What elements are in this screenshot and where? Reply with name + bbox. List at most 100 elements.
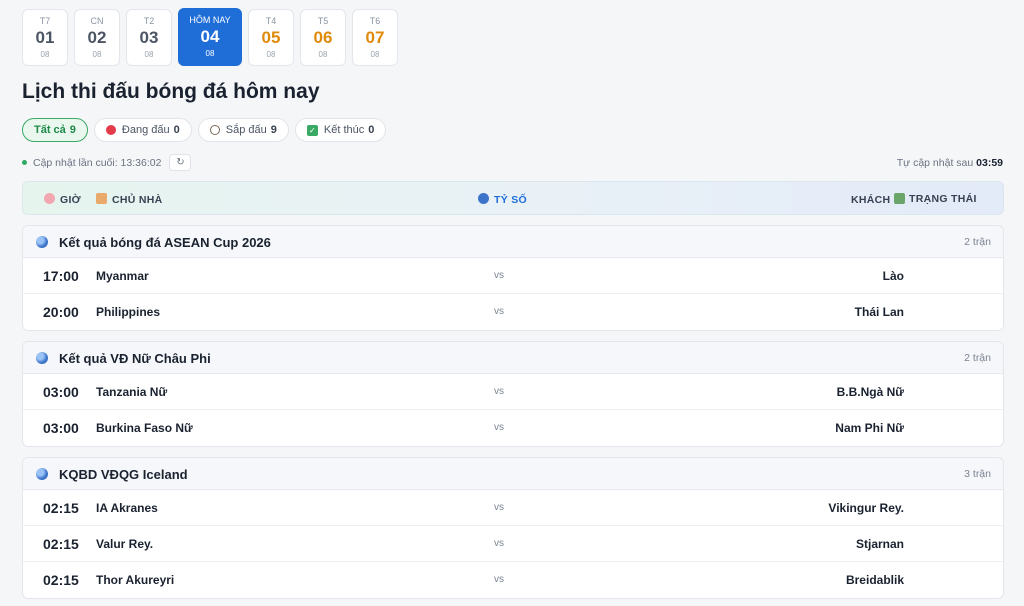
league-header[interactable]: Kết quả VĐ Nữ Châu Phi 2 trận (23, 342, 1003, 374)
header-score-label: TỶ SỐ (494, 194, 528, 206)
match-score: vs (494, 306, 504, 317)
date-tab-today[interactable]: HÔM NAY 04 08 (178, 8, 242, 66)
match-time: 20:00 (43, 304, 79, 320)
refresh-button[interactable]: ↻ (169, 154, 192, 171)
date-month: 08 (205, 49, 215, 58)
match-time: 02:15 (43, 572, 79, 588)
filter-label: Đang đấu (121, 124, 170, 136)
header-status: TRẠNG THÁI (909, 193, 977, 205)
date-month: 08 (318, 50, 328, 59)
match-time: 03:00 (43, 384, 79, 400)
check-icon: ✓ (306, 124, 318, 136)
date-month: 08 (40, 50, 50, 59)
league-group: Kết quả bóng đá ASEAN Cup 2026 2 trận 17… (22, 225, 1004, 331)
league-title: Kết quả VĐ Nữ Châu Phi (59, 351, 211, 366)
date-tab[interactable]: T6 07 08 (352, 9, 398, 66)
filter-bar: Tất cả 9 Đang đấu 0 Sắp đấu 9 ✓ Kết thúc… (22, 118, 387, 142)
filter-count: 9 (270, 124, 277, 136)
filter-label: Tất cả (34, 124, 66, 136)
match-score: vs (494, 386, 504, 397)
date-day: 02 (87, 28, 107, 47)
header-score: TỶ SỐ (478, 193, 527, 206)
match-time: 17:00 (43, 268, 79, 284)
filter-live[interactable]: Đang đấu 0 (93, 118, 192, 142)
match-time: 03:00 (43, 420, 79, 436)
header-away-label: KHÁCH (851, 194, 891, 206)
filter-finished[interactable]: ✓ Kết thúc 0 (294, 118, 387, 142)
match-row[interactable]: 02:15 Thor Akureyri vs Breidablik (23, 562, 1003, 598)
stadium-icon (894, 193, 906, 204)
match-score: vs (494, 422, 504, 433)
date-day: 07 (365, 28, 385, 47)
date-month: 08 (266, 50, 276, 59)
match-row[interactable]: 03:00 Burkina Faso Nữ vs Nam Phi Nữ (23, 410, 1003, 446)
auto-update: Tự cập nhật sau 03:59 (897, 157, 1003, 169)
clock-icon (209, 125, 220, 135)
match-count: 2 trận (964, 352, 991, 364)
date-tab[interactable]: CN 02 08 (74, 9, 120, 66)
away-team: Stjarnan (855, 537, 904, 551)
match-score: vs (494, 502, 504, 513)
date-day: 05 (261, 28, 281, 47)
match-score: vs (494, 574, 504, 585)
league-group: Kết quả VĐ Nữ Châu Phi 2 trận 03:00 Tanz… (22, 341, 1004, 447)
live-dot-icon (105, 125, 116, 135)
date-tab[interactable]: T7 01 08 (22, 9, 68, 66)
date-tab[interactable]: T4 05 08 (248, 9, 294, 66)
home-team: Myanmar (96, 269, 149, 283)
filter-all[interactable]: Tất cả 9 (22, 118, 88, 142)
match-row[interactable]: 02:15 Valur Rey. vs Stjarnan (23, 526, 1003, 562)
away-team: Breidablik (845, 573, 904, 587)
date-dow: T2 (143, 16, 155, 26)
home-team: Tanzania Nữ (96, 385, 168, 399)
league-header[interactable]: KQBD VĐQG Iceland 3 trận (23, 458, 1003, 490)
away-team: Lào (882, 269, 904, 283)
match-row[interactable]: 02:15 IA Akranes vs Vikingur Rey. (23, 490, 1003, 526)
filter-upcoming[interactable]: Sắp đấu 9 (197, 118, 289, 142)
league-header[interactable]: Kết quả bóng đá ASEAN Cup 2026 2 trận (23, 226, 1003, 258)
header-home: CHỦ NHÀ (96, 193, 163, 206)
match-time: 02:15 (43, 536, 79, 552)
filter-count: 9 (69, 124, 76, 136)
globe-icon (36, 236, 48, 248)
date-strip: T7 01 08 CN 02 08 T2 03 08 HÔM NAY 04 08… (22, 8, 398, 66)
table-header: GIỜ CHỦ NHÀ TỶ SỐ KHÁCH TRẠNG THÁI (22, 181, 1004, 215)
match-row[interactable]: 17:00 Myanmar vs Lào (23, 258, 1003, 294)
date-dow: T4 (265, 16, 277, 26)
date-dow: T5 (317, 16, 329, 26)
auto-update-label: Tự cập nhật sau (896, 157, 974, 169)
away-team: Vikingur Rey. (828, 501, 904, 515)
home-team: Philippines (96, 305, 161, 319)
away-team: Thái Lan (854, 305, 904, 319)
home-team: IA Akranes (96, 501, 158, 515)
date-dow: CN (90, 16, 104, 26)
date-dow: T7 (39, 16, 51, 26)
home-team: Thor Akureyri (96, 573, 175, 587)
date-month: 08 (144, 50, 154, 59)
match-row[interactable]: 03:00 Tanzania Nữ vs B.B.Ngà Nữ (23, 374, 1003, 410)
date-dow: T6 (369, 16, 381, 26)
home-team: Valur Rey. (96, 537, 154, 551)
ball-icon (478, 193, 489, 204)
header-time-label: GIỜ (60, 194, 81, 206)
date-tab[interactable]: T5 06 08 (300, 9, 346, 66)
header-away: KHÁCH (851, 193, 906, 206)
globe-icon (36, 468, 48, 480)
header-time: GIỜ (44, 193, 81, 206)
alarm-clock-icon (44, 193, 55, 204)
last-update-text: Cập nhật lần cuối: 13:36:02 (33, 156, 162, 169)
match-score: vs (494, 270, 504, 281)
page-title: Lịch thi đấu bóng đá hôm nay (22, 80, 320, 103)
match-time: 02:15 (43, 500, 79, 516)
match-row[interactable]: 20:00 Philippines vs Thái Lan (23, 294, 1003, 330)
last-update: Cập nhật lần cuối: 13:36:02 ↻ (22, 154, 192, 171)
date-dow: HÔM NAY (189, 15, 231, 25)
date-tab[interactable]: T2 03 08 (126, 9, 172, 66)
filter-label: Kết thúc (323, 124, 365, 136)
date-month: 08 (92, 50, 102, 59)
header-home-label: CHỦ NHÀ (112, 194, 163, 206)
away-team: Nam Phi Nữ (835, 421, 904, 435)
filter-count: 0 (368, 124, 375, 136)
match-count: 2 trận (964, 236, 991, 248)
date-month: 08 (370, 50, 380, 59)
